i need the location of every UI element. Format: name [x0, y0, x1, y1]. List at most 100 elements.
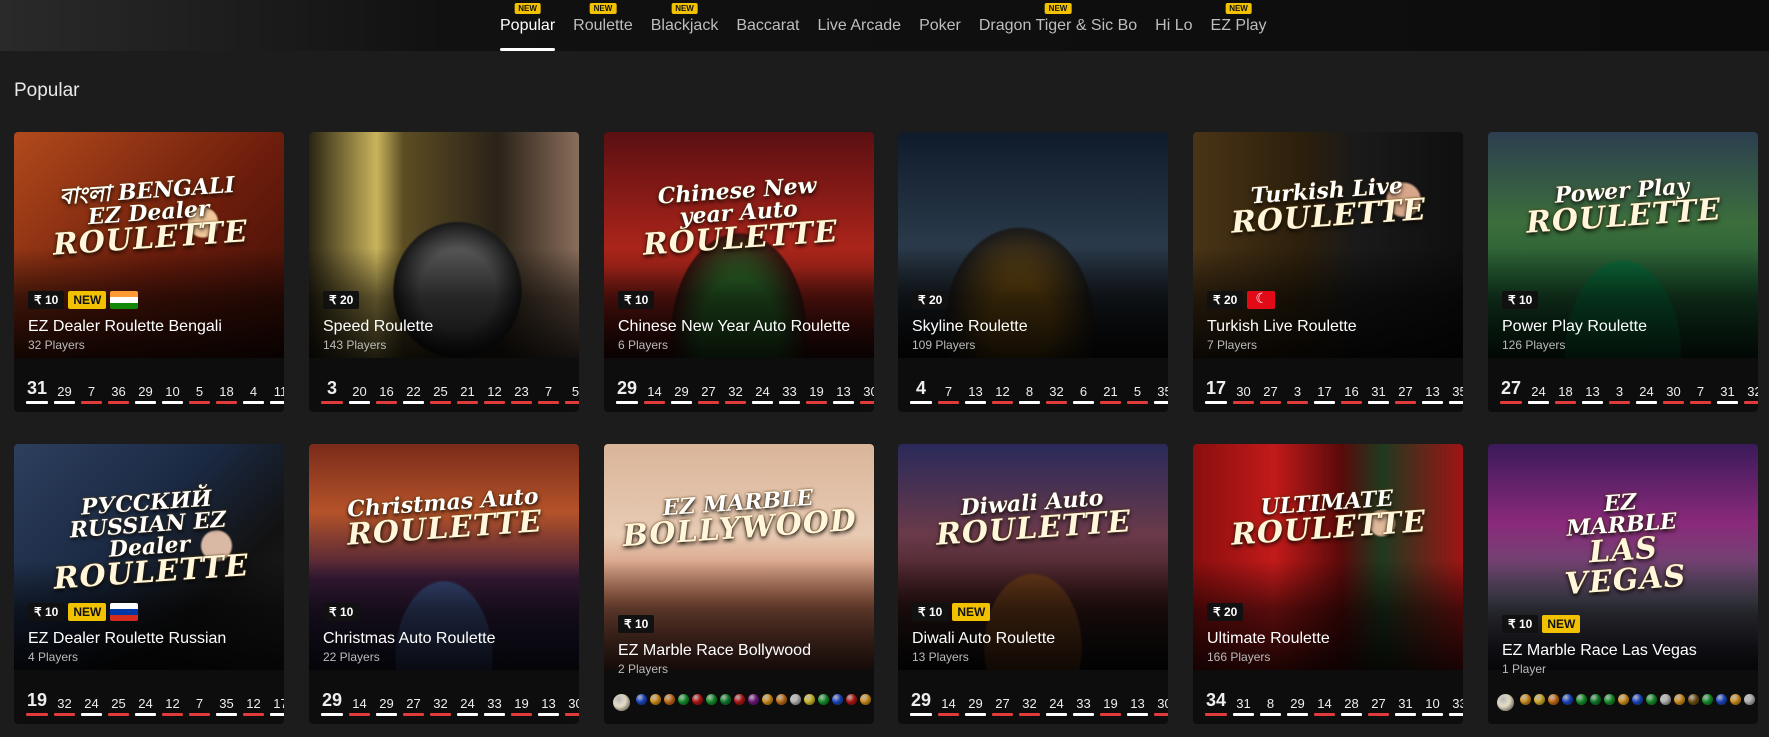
game-title[interactable]: Chinese New Year Auto Roulette [618, 318, 850, 336]
tab-dragon-tiger-sic-bo[interactable]: Dragon Tiger & Sic Bo NEW [979, 0, 1137, 51]
marble-icon [636, 694, 647, 705]
marble-icon [650, 694, 661, 705]
marble-icon [1562, 694, 1573, 705]
result-number: 21 [1098, 384, 1123, 404]
result-number: 24 [1526, 384, 1551, 404]
result-number: 31 [24, 378, 50, 404]
tab-ez-play[interactable]: EZ Play NEW [1211, 0, 1267, 51]
section-title: Popular [14, 80, 80, 101]
game-title[interactable]: Diwali Auto Roulette [912, 630, 1055, 648]
game-title[interactable]: Power Play Roulette [1502, 318, 1647, 336]
game-badges: ₹ 20 [912, 291, 949, 309]
game-title[interactable]: EZ Marble Race Las Vegas [1502, 642, 1697, 660]
result-number: 31 [1231, 696, 1256, 716]
game-card[interactable]: EZ MARBLE BOLLYWOOD ₹ 10 EZ Marble Race Bol… [604, 444, 874, 724]
game-logo: Turkish Live ROULETTE [1229, 173, 1428, 241]
game-title[interactable]: Speed Roulette [323, 318, 433, 336]
result-number: 7 [536, 384, 561, 404]
result-number: 30 [858, 384, 874, 404]
min-bet-badge: ₹ 10 [1502, 615, 1539, 633]
game-badges: ₹ 20 [323, 291, 360, 309]
result-number: 27 [1393, 384, 1418, 404]
tab-label: Hi Lo [1155, 17, 1193, 34]
result-number: 14 [642, 384, 667, 404]
result-number: 31 [1393, 696, 1418, 716]
game-title[interactable]: EZ Marble Race Bollywood [618, 642, 811, 660]
marble-icon [860, 694, 871, 705]
result-number: 27 [1498, 378, 1524, 404]
game-card[interactable]: ₹ 20 Skyline Roulette 109 Players 4 7 13 12 8 32… [898, 132, 1168, 412]
game-card[interactable]: Christmas Auto ROULETTE ₹ 10 Christmas Auto… [309, 444, 579, 724]
game-card[interactable]: Turkish LiveROULETTE ₹ 20 Turkish Live Rou… [1193, 132, 1463, 412]
result-number: 29 [319, 690, 345, 716]
player-count: 7 Players [1207, 338, 1258, 352]
tab-label: Live Arcade [817, 17, 902, 34]
marble-icon [664, 694, 675, 705]
game-card[interactable]: বাংলা BENGALI EZ Dealer ROULETTE ₹ 10 NEW EZ… [14, 132, 284, 412]
result-number: 12 [990, 384, 1015, 404]
game-thumbnail[interactable] [604, 444, 874, 670]
result-number: 33 [1447, 696, 1463, 716]
min-bet-badge: ₹ 20 [323, 291, 360, 309]
result-number: 13 [1420, 384, 1445, 404]
marble-icon [846, 694, 857, 705]
player-count: 6 Players [618, 338, 669, 352]
game-badges: ₹ 10 [1502, 291, 1539, 309]
result-number: 18 [214, 384, 239, 404]
recent-results: 29142927322433191330 [319, 690, 579, 716]
game-title[interactable]: Christmas Auto Roulette [323, 630, 496, 648]
flag-icon [110, 291, 139, 309]
new-game-badge: NEW [1542, 615, 1581, 633]
marble-icon [720, 694, 731, 705]
result-number: 32 [1742, 384, 1758, 404]
result-number: 27 [990, 696, 1015, 716]
marble-icon [748, 694, 759, 705]
game-logo: Christmas Auto ROULETTE [345, 483, 544, 552]
marble-icon [1590, 694, 1601, 705]
game-card[interactable]: EZ MARBLE LAS VEGAS ₹ 10 NEW EZ Marble Race … [1488, 444, 1758, 724]
result-number: 4 [908, 378, 934, 404]
tab-baccarat[interactable]: Baccarat [736, 0, 799, 51]
game-logo: Power Play ROULETTE [1524, 173, 1723, 240]
game-card[interactable]: Diwali Auto ROULETTE ₹ 10 NEW Diwali Auto Ro… [898, 444, 1168, 724]
game-title[interactable]: Ultimate Roulette [1207, 630, 1330, 648]
game-title[interactable]: Turkish Live Roulette [1207, 318, 1357, 336]
tab-roulette[interactable]: Roulette NEW [573, 0, 633, 51]
recent-results: 471312832621535 [908, 378, 1168, 404]
game-badges: ₹ 10 NEW [28, 291, 139, 309]
result-number: 3 [1607, 384, 1632, 404]
player-count: 13 Players [912, 650, 969, 664]
recent-results: 3 20 16 22 25 21 12 23 7 5 [319, 378, 579, 404]
game-card[interactable]: ₹ 20 Speed Roulette 143 Players 3 20 16 22 25 21… [309, 132, 579, 412]
result-number: 35 [1447, 384, 1463, 404]
tab-popular[interactable]: Popular NEW [500, 0, 556, 51]
tab-poker[interactable]: Poker [919, 0, 961, 51]
game-card[interactable]: Power Play ROULETTE ₹ 10 Power Play Roulett… [1488, 132, 1758, 412]
min-bet-badge: ₹ 10 [323, 603, 360, 621]
result-number: 10 [160, 384, 185, 404]
game-card[interactable]: РУССКИЙ RUSSIAN EZ Dealer ROULETTE ₹ 10 NEW… [14, 444, 284, 724]
marble-icon [1688, 694, 1699, 705]
tab-live-arcade[interactable]: Live Arcade [817, 0, 901, 51]
tab-hi-lo[interactable]: Hi Lo [1155, 0, 1192, 51]
marble-icon [1520, 694, 1531, 705]
result-number: 7 [936, 384, 961, 404]
result-number: 29 [133, 384, 158, 404]
game-title[interactable]: Skyline Roulette [912, 318, 1028, 336]
recent-results: 3431829142827311033 [1203, 690, 1463, 716]
tab-blackjack[interactable]: Blackjack NEW [651, 0, 718, 51]
result-number: 7 [1688, 384, 1713, 404]
game-card[interactable]: Chinese New year Auto ROULETTE ₹ 10 Chinese… [604, 132, 874, 412]
marble-icon [1604, 694, 1615, 705]
result-number: 30 [1661, 384, 1686, 404]
result-number: 7 [79, 384, 104, 404]
game-logo: EZ MARBLE LAS VEGAS [1552, 487, 1694, 602]
result-number: 10 [1420, 696, 1445, 716]
game-title[interactable]: EZ Dealer Roulette Bengali [28, 318, 222, 336]
game-card[interactable]: ULTIMATE ROULETTE ₹ 20 Ultimate Roulette 166… [1193, 444, 1463, 724]
marble-icon [832, 694, 843, 705]
player-count: 109 Players [912, 338, 976, 352]
recent-results: 31 29 7 36 29 10 5 18 4 11 [24, 378, 284, 404]
result-number: 6 [1071, 384, 1096, 404]
game-title[interactable]: EZ Dealer Roulette Russian [28, 630, 226, 648]
